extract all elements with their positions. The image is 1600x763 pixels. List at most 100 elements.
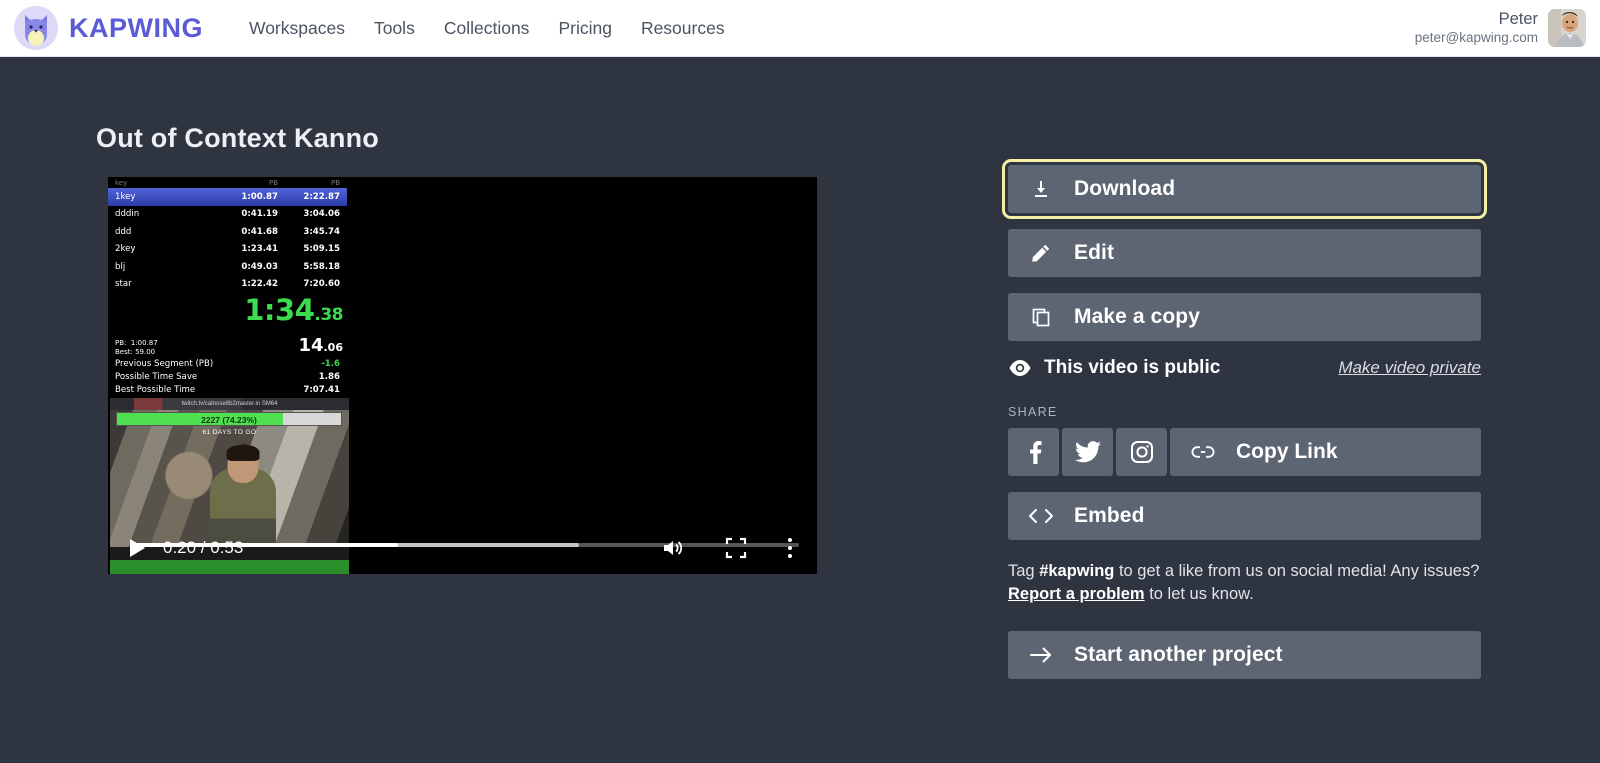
split-total: 7:20.60 — [278, 279, 340, 289]
player-controls-right — [661, 536, 793, 560]
volume-icon[interactable] — [661, 536, 685, 560]
split-row: blj 0:49.03 5:58.18 — [108, 258, 347, 276]
kapwing-cat-logo-icon — [14, 6, 58, 50]
make-a-copy-button[interactable]: Make a copy — [1008, 293, 1481, 341]
fullscreen-icon[interactable] — [725, 537, 747, 559]
split-name: ddd — [115, 227, 206, 237]
stream-title-strip: twitch.tv/catnose6b2master.in SM64 — [110, 398, 349, 410]
segment-timer-decimal: .06 — [324, 341, 344, 354]
pb-best-text: PB: 1:00.87 Best: 59.00 — [115, 339, 298, 357]
start-another-project-button[interactable]: Start another project — [1008, 631, 1481, 679]
split-row: 2key 1:23.41 5:09.15 — [108, 241, 347, 259]
privacy-status-text: This video is public — [1044, 357, 1220, 379]
page-title: Out of Context Kanno — [96, 123, 379, 154]
splits-header-col2: PB — [206, 179, 278, 187]
main-content: Out of Context Kanno key PB PB 1key 1:00… — [0, 57, 1600, 763]
edit-button[interactable]: Edit — [1008, 229, 1481, 277]
split-total: 3:04.06 — [278, 209, 340, 219]
action-panel: Download Edit Make a copy — [1008, 165, 1481, 695]
best-value: 59.00 — [135, 348, 155, 356]
report-a-problem-link[interactable]: Report a problem — [1008, 585, 1145, 603]
split-name: blj — [115, 262, 206, 272]
more-vertical-icon[interactable] — [787, 537, 793, 559]
user-info: Peter peter@kapwing.com — [1415, 9, 1538, 47]
split-name: star — [115, 279, 206, 289]
player-controls: 0:20 / 0:53 — [108, 522, 817, 574]
share-facebook-button[interactable] — [1008, 428, 1059, 476]
instagram-icon — [1130, 440, 1154, 464]
pb-label: PB: — [115, 339, 126, 347]
split-segment: 1:00.87 — [206, 192, 278, 202]
info-row: Possible Time Save 1.86 — [108, 370, 347, 383]
split-segment: 1:23.41 — [206, 244, 278, 254]
splits-header-row: key PB PB — [108, 177, 347, 188]
info-label: Possible Time Save — [115, 372, 319, 382]
split-segment: 1:22.42 — [206, 279, 278, 289]
copy-link-label: Copy Link — [1236, 440, 1338, 464]
info-label: Best Possible Time — [115, 385, 303, 395]
copy-icon — [1008, 307, 1074, 327]
info-row: Best Possible Time 7:07.41 — [108, 383, 347, 396]
start-another-project-label: Start another project — [1074, 643, 1283, 667]
split-row: dddin 0:41.19 3:04.06 — [108, 206, 347, 224]
split-segment: 0:49.03 — [206, 262, 278, 272]
twitter-icon — [1075, 441, 1101, 463]
segment-timer-value: 14 — [298, 335, 323, 356]
split-total: 5:09.15 — [278, 244, 340, 254]
play-icon[interactable] — [130, 539, 145, 557]
split-name: dddin — [115, 209, 206, 219]
brand-name: KAPWING — [69, 13, 203, 44]
user-menu[interactable]: Peter peter@kapwing.com — [1415, 9, 1586, 47]
share-twitter-button[interactable] — [1062, 428, 1113, 476]
tagline-part2: to get a like from us on social media! A… — [1114, 562, 1479, 580]
main-navigation: Workspaces Tools Collections Pricing Res… — [249, 18, 725, 39]
tagline-part1: Tag — [1008, 562, 1039, 580]
donation-progress-bar: 2227 (74.23%) — [116, 412, 342, 426]
download-icon — [1008, 179, 1074, 199]
download-label: Download — [1074, 177, 1175, 201]
make-a-copy-label: Make a copy — [1074, 305, 1200, 329]
download-button[interactable]: Download — [1008, 165, 1481, 213]
best-label: Best: — [115, 348, 133, 356]
logo[interactable]: KAPWING — [14, 6, 203, 50]
nav-item-resources[interactable]: Resources — [641, 18, 725, 39]
split-total: 3:45.74 — [278, 227, 340, 237]
nav-item-collections[interactable]: Collections — [444, 18, 530, 39]
video-player[interactable]: key PB PB 1key 1:00.87 2:22.87 dddin 0:4… — [108, 177, 817, 574]
splits-header-name: key — [115, 179, 206, 187]
user-email: peter@kapwing.com — [1415, 30, 1538, 47]
info-value: 7:07.41 — [303, 385, 340, 395]
nav-item-pricing[interactable]: Pricing — [558, 18, 612, 39]
user-avatar[interactable] — [1548, 9, 1586, 47]
copy-link-button[interactable]: Copy Link — [1170, 428, 1481, 476]
pencil-icon — [1008, 243, 1074, 263]
edit-label: Edit — [1074, 241, 1114, 265]
split-row: star 1:22.42 7:20.60 — [108, 276, 347, 294]
split-segment: 0:41.68 — [206, 227, 278, 237]
split-name: 1key — [115, 192, 206, 202]
main-timer-decimal: .38 — [314, 305, 343, 325]
tagline-part3: to let us know. — [1145, 585, 1254, 603]
pb-value: 1:00.87 — [131, 339, 158, 347]
toggle-privacy-link[interactable]: Make video private — [1338, 358, 1481, 378]
segment-timer: 14.06 — [298, 336, 343, 357]
streamer-hair — [227, 445, 260, 461]
split-total: 5:58.18 — [278, 262, 340, 272]
share-instagram-button[interactable] — [1116, 428, 1167, 476]
info-value: 1.86 — [319, 372, 340, 382]
nav-item-tools[interactable]: Tools — [374, 18, 415, 39]
split-row: 1key 1:00.87 2:22.87 — [108, 188, 347, 206]
user-name: Peter — [1415, 9, 1538, 30]
main-timer-value: 1:34 — [244, 293, 314, 327]
eye-icon — [1008, 359, 1032, 377]
info-row: Previous Segment (PB) -1.6 — [108, 357, 347, 370]
nav-item-workspaces[interactable]: Workspaces — [249, 18, 345, 39]
share-heading: SHARE — [1008, 405, 1481, 419]
link-icon — [1170, 445, 1236, 459]
info-value: -1.6 — [321, 359, 340, 369]
split-total: 2:22.87 — [278, 192, 340, 202]
privacy-status-row: This video is public Make video private — [1008, 357, 1481, 379]
splits-header-col3: PB — [278, 179, 340, 187]
embed-button[interactable]: Embed — [1008, 492, 1481, 540]
donation-progress-label: 2227 (74.23%) — [117, 413, 341, 425]
